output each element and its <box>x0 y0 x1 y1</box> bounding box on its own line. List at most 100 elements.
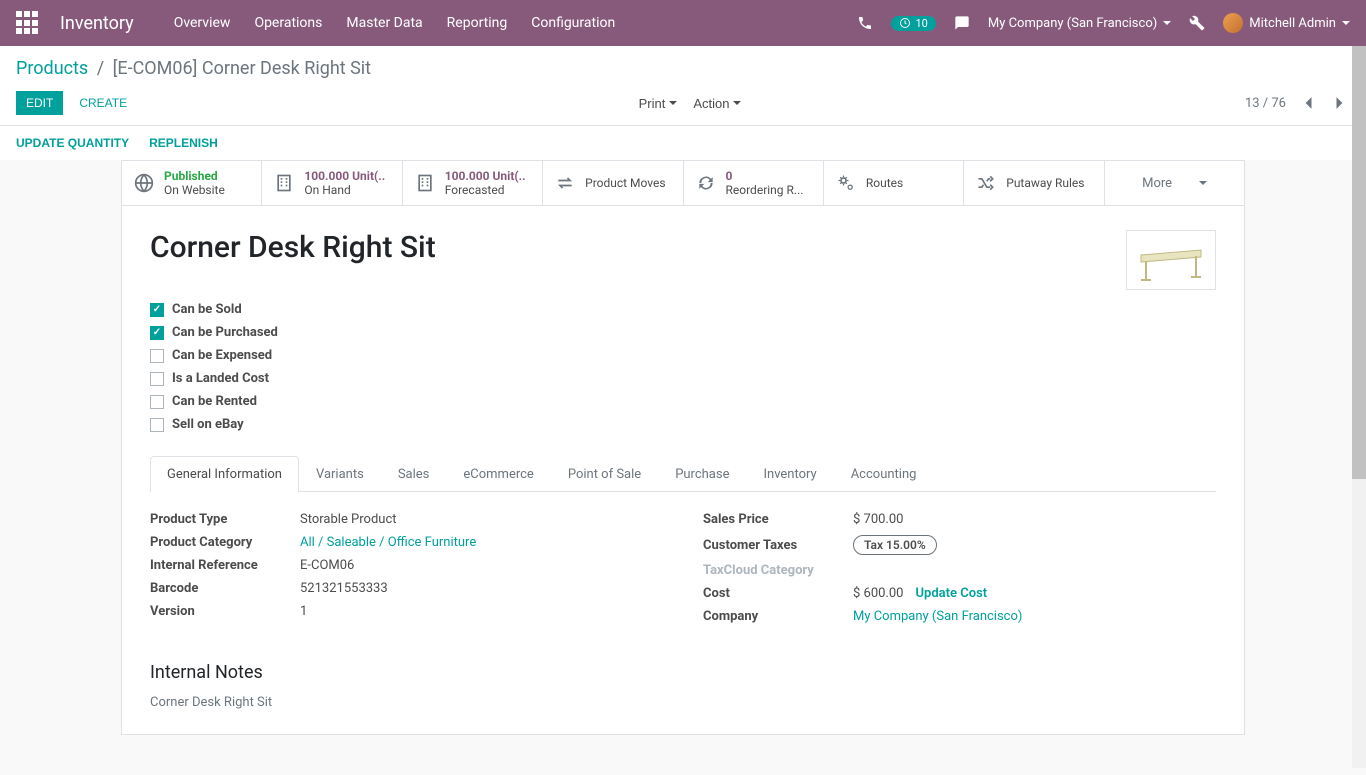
form-right-column: Sales Price$ 700.00Customer TaxesTax 15.… <box>703 512 1216 632</box>
tab-bar: General InformationVariantsSaleseCommerc… <box>150 456 1216 492</box>
stat-box-0[interactable]: PublishedOn Website <box>122 161 262 205</box>
cogs-icon <box>836 173 856 193</box>
activity-badge[interactable]: 10 <box>891 16 935 31</box>
field-link[interactable]: My Company (San Francisco) <box>853 609 1022 624</box>
checkbox-row-4: Can be Rented <box>150 394 1216 409</box>
scrollbar[interactable] <box>1352 46 1366 768</box>
control-bar: EDIT CREATE Print Action 13 / 76 <box>0 87 1366 126</box>
nav-operations[interactable]: Operations <box>254 15 322 31</box>
apps-launcher-icon[interactable] <box>16 11 40 35</box>
stat-box-2[interactable]: 100.000 Unit(..Forecasted <box>403 161 543 205</box>
edit-button[interactable]: EDIT <box>16 91 63 115</box>
field-label: Product Type <box>150 512 300 527</box>
stat-box-more[interactable]: More <box>1105 161 1244 205</box>
tab-ecommerce[interactable]: eCommerce <box>446 456 550 492</box>
form-left-column: Product TypeStorable ProductProduct Cate… <box>150 512 663 632</box>
checkbox-1[interactable] <box>150 326 164 340</box>
update-quantity-button[interactable]: UPDATE QUANTITY <box>16 136 129 150</box>
stat-box-3[interactable]: Product Moves <box>543 161 683 205</box>
field-label: Version <box>150 604 300 619</box>
stat-box-5[interactable]: Routes <box>824 161 964 205</box>
action-bar: UPDATE QUANTITY REPLENISH <box>0 126 1366 160</box>
checkbox-group: Can be Sold Can be Purchased Can be Expens… <box>150 302 1216 432</box>
field-row: Product CategoryAll / Saleable / Office … <box>150 535 663 550</box>
breadcrumb-root[interactable]: Products <box>16 58 88 79</box>
tab-point-of-sale[interactable]: Point of Sale <box>551 456 658 492</box>
tab-sales[interactable]: Sales <box>381 456 447 492</box>
nav-reporting[interactable]: Reporting <box>447 15 508 31</box>
checkbox-5[interactable] <box>150 418 164 432</box>
form-sheet: Corner Desk Right Sit Can be SoldCan be … <box>121 205 1245 735</box>
breadcrumb: Products / [E-COM06] Corner Desk Right S… <box>16 58 1350 79</box>
field-label: Product Category <box>150 535 300 550</box>
print-dropdown[interactable]: Print <box>639 96 678 111</box>
checkbox-label-1: Can be Purchased <box>172 325 278 340</box>
checkbox-row-3: Is a Landed Cost <box>150 371 1216 386</box>
checkbox-label-2: Can be Expensed <box>172 348 272 363</box>
tax-badge: Tax 15.00% <box>853 535 937 555</box>
field-label: TaxCloud Category <box>703 563 853 578</box>
product-image[interactable] <box>1126 230 1216 290</box>
chat-icon[interactable] <box>954 15 970 31</box>
pager-counter: 13 / 76 <box>1245 96 1286 111</box>
pager-next[interactable] <box>1330 93 1350 113</box>
internal-notes-value: Corner Desk Right Sit <box>150 695 1216 710</box>
pager-prev[interactable] <box>1298 93 1318 113</box>
user-avatar <box>1223 13 1243 33</box>
checkbox-row-1: Can be Purchased <box>150 325 1216 340</box>
nav-configuration[interactable]: Configuration <box>531 15 615 31</box>
checkbox-4[interactable] <box>150 395 164 409</box>
field-action[interactable]: Update Cost <box>916 586 988 601</box>
checkbox-label-5: Sell on eBay <box>172 417 244 432</box>
stat-box-6[interactable]: Putaway Rules <box>964 161 1104 205</box>
create-button[interactable]: CREATE <box>71 91 135 115</box>
stat-box-4[interactable]: 0Reordering R... <box>684 161 824 205</box>
phone-icon[interactable] <box>857 15 873 31</box>
action-dropdown[interactable]: Action <box>693 96 741 111</box>
stat-box-1[interactable]: 100.000 Unit(..On Hand <box>262 161 402 205</box>
stat-boxes: PublishedOn Website100.000 Unit(..On Han… <box>121 160 1245 205</box>
field-value: Storable Product <box>300 512 663 527</box>
field-row: Internal ReferenceE-COM06 <box>150 558 663 573</box>
checkbox-label-3: Is a Landed Cost <box>172 371 269 386</box>
field-value: All / Saleable / Office Furniture <box>300 535 663 550</box>
breadcrumb-bar: Products / [E-COM06] Corner Desk Right S… <box>0 46 1366 87</box>
tab-inventory[interactable]: Inventory <box>746 456 833 492</box>
field-link[interactable]: All / Saleable / Office Furniture <box>300 535 476 550</box>
debug-icon[interactable] <box>1189 15 1205 31</box>
field-row: CompanyMy Company (San Francisco) <box>703 609 1216 624</box>
field-row: Customer TaxesTax 15.00% <box>703 535 1216 555</box>
building-icon <box>415 173 435 193</box>
field-label: Company <box>703 609 853 624</box>
random-icon <box>976 173 996 193</box>
field-row: Cost$ 600.00Update Cost <box>703 586 1216 601</box>
checkbox-row-0: Can be Sold <box>150 302 1216 317</box>
user-menu[interactable]: Mitchell Admin <box>1223 13 1350 33</box>
tab-purchase[interactable]: Purchase <box>658 456 746 492</box>
top-navbar: Inventory Overview Operations Master Dat… <box>0 0 1366 46</box>
field-value: E-COM06 <box>300 558 663 573</box>
checkbox-3[interactable] <box>150 372 164 386</box>
checkbox-row-5: Sell on eBay <box>150 417 1216 432</box>
breadcrumb-current: [E-COM06] Corner Desk Right Sit <box>113 58 371 79</box>
replenish-button[interactable]: REPLENISH <box>149 136 218 150</box>
building-icon <box>274 173 294 193</box>
company-selector[interactable]: My Company (San Francisco) <box>988 16 1171 31</box>
tab-accounting[interactable]: Accounting <box>834 456 934 492</box>
checkbox-0[interactable] <box>150 303 164 317</box>
tab-general-information[interactable]: General Information <box>150 456 299 492</box>
internal-notes-heading: Internal Notes <box>150 662 1216 683</box>
tab-variants[interactable]: Variants <box>299 456 381 492</box>
nav-master-data[interactable]: Master Data <box>346 15 422 31</box>
field-label: Barcode <box>150 581 300 596</box>
globe-icon <box>134 173 154 193</box>
field-row: TaxCloud Category <box>703 563 1216 578</box>
nav-overview[interactable]: Overview <box>174 15 231 31</box>
field-row: Barcode521321553333 <box>150 581 663 596</box>
navbar-menu: Overview Operations Master Data Reportin… <box>174 15 858 31</box>
field-value: 521321553333 <box>300 581 663 596</box>
field-row: Product TypeStorable Product <box>150 512 663 527</box>
scrollbar-thumb[interactable] <box>1352 46 1366 479</box>
field-value: 1 <box>300 604 663 619</box>
checkbox-2[interactable] <box>150 349 164 363</box>
